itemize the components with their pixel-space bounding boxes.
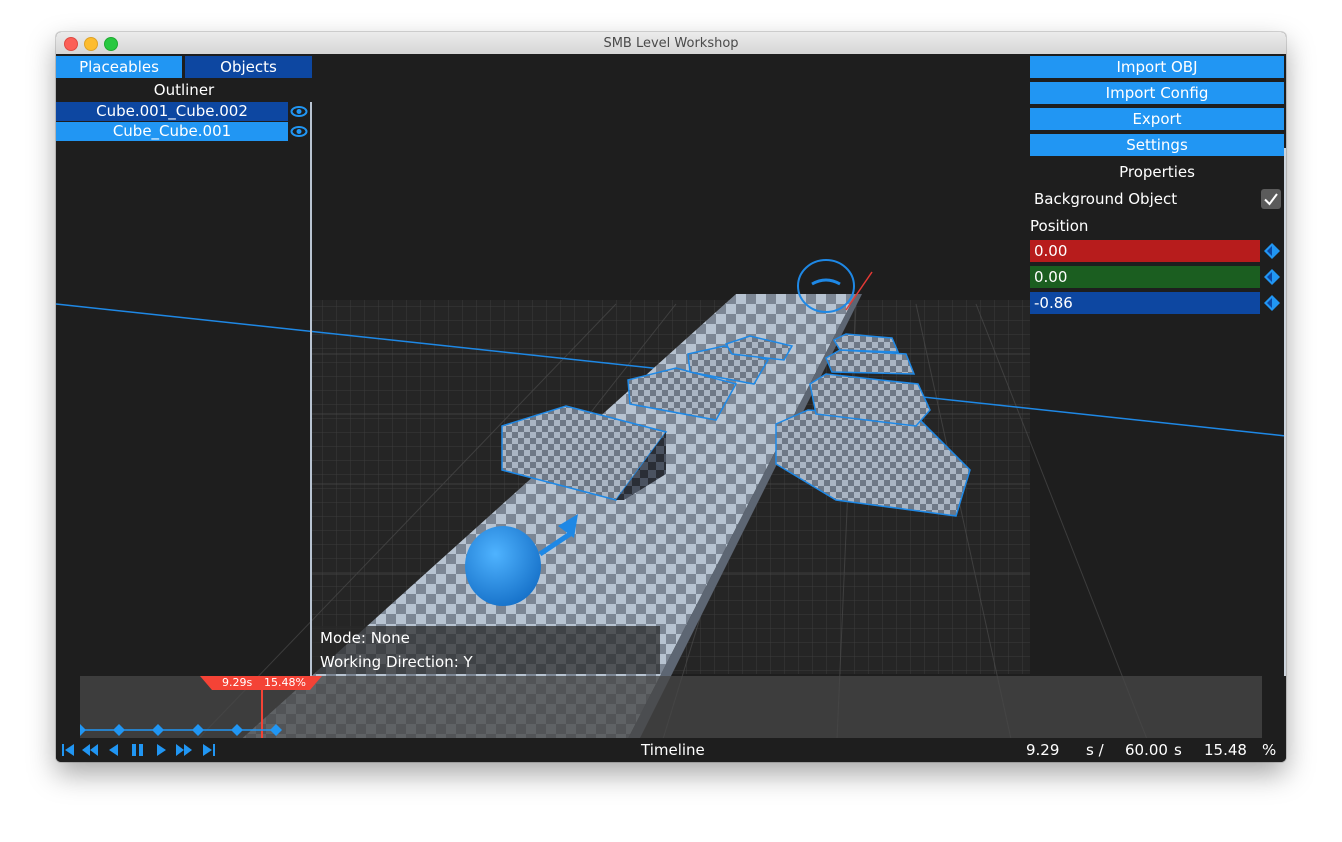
fast-forward-icon[interactable] (176, 744, 192, 756)
play-reverse-icon[interactable] (109, 744, 118, 756)
eye-icon[interactable] (290, 102, 308, 121)
total-time-value[interactable]: 60.00 (1125, 738, 1168, 762)
transport-controls (62, 744, 215, 756)
percent-value[interactable]: 15.48 (1204, 738, 1247, 762)
position-label: Position (1030, 217, 1089, 235)
viewport-3d[interactable]: Placeables Objects Outliner Cube.001_Cub… (56, 54, 1286, 762)
diamond-keyframe-icon[interactable] (1264, 269, 1280, 285)
outliner-title: Outliner (153, 81, 215, 99)
timeline-controls-bar: Timeline 9.29 s / 60.00 s 15.48 % (56, 738, 1286, 762)
keyframe-marker (80, 724, 86, 736)
position-x-field[interactable]: 0.00 (1030, 240, 1260, 262)
seconds-slash-unit: s / (1086, 741, 1104, 759)
keyframe-marker (231, 724, 243, 736)
timeline-track[interactable]: 9.29s 15.48% (80, 676, 1262, 738)
import-config-button[interactable]: Import Config (1030, 82, 1284, 104)
import-obj-button[interactable]: Import OBJ (1030, 56, 1284, 78)
export-button[interactable]: Export (1030, 108, 1284, 130)
skip-to-start-icon[interactable] (62, 744, 74, 756)
title-bar[interactable]: SMB Level Workshop (56, 32, 1286, 55)
working-direction-readout: Working Direction: Y (312, 650, 660, 674)
panel-splitter[interactable] (310, 102, 312, 676)
keyframe-marker (113, 724, 125, 736)
scene-canvas[interactable] (56, 54, 1286, 762)
outliner-item[interactable]: Cube_Cube.001 (56, 122, 288, 141)
seconds-unit: s (1174, 741, 1182, 759)
app-window: SMB Level Workshop Placeables Objects Ou… (56, 32, 1286, 762)
checkmark-icon (1264, 193, 1278, 206)
settings-button[interactable]: Settings (1030, 134, 1284, 156)
position-z-field[interactable]: -0.86 (1030, 292, 1260, 314)
pause-icon[interactable] (132, 744, 143, 756)
outliner-item[interactable]: Cube.001_Cube.002 (56, 102, 288, 121)
playhead-time-label: 9.29s (222, 676, 253, 689)
tab-placeables[interactable]: Placeables (56, 56, 182, 78)
play-icon[interactable] (157, 744, 166, 756)
tab-objects[interactable]: Objects (185, 56, 312, 78)
skip-to-end-icon[interactable] (203, 744, 215, 756)
keyframe-marker (270, 724, 282, 736)
eye-icon[interactable] (290, 122, 308, 141)
diamond-keyframe-icon[interactable] (1264, 243, 1280, 259)
current-time-value[interactable]: 9.29 (1026, 738, 1059, 762)
keyframe-marker (192, 724, 204, 736)
keyframe-marker (152, 724, 164, 736)
background-object-label: Background Object (1034, 190, 1178, 208)
right-panel-scrollbar[interactable] (1284, 148, 1286, 676)
rewind-icon[interactable] (82, 744, 98, 756)
percent-unit: % (1262, 741, 1277, 759)
playhead-percent-label: 15.48% (264, 676, 306, 689)
timeline-canvas[interactable] (80, 676, 1262, 738)
background-object-checkbox[interactable] (1261, 189, 1281, 209)
properties-title: Properties (1119, 163, 1195, 181)
position-y-field[interactable]: 0.00 (1030, 266, 1260, 288)
timeline-label: Timeline (641, 741, 705, 759)
diamond-keyframe-icon[interactable] (1264, 295, 1280, 311)
mode-readout: Mode: None (312, 626, 660, 650)
window-title: SMB Level Workshop (603, 36, 739, 51)
